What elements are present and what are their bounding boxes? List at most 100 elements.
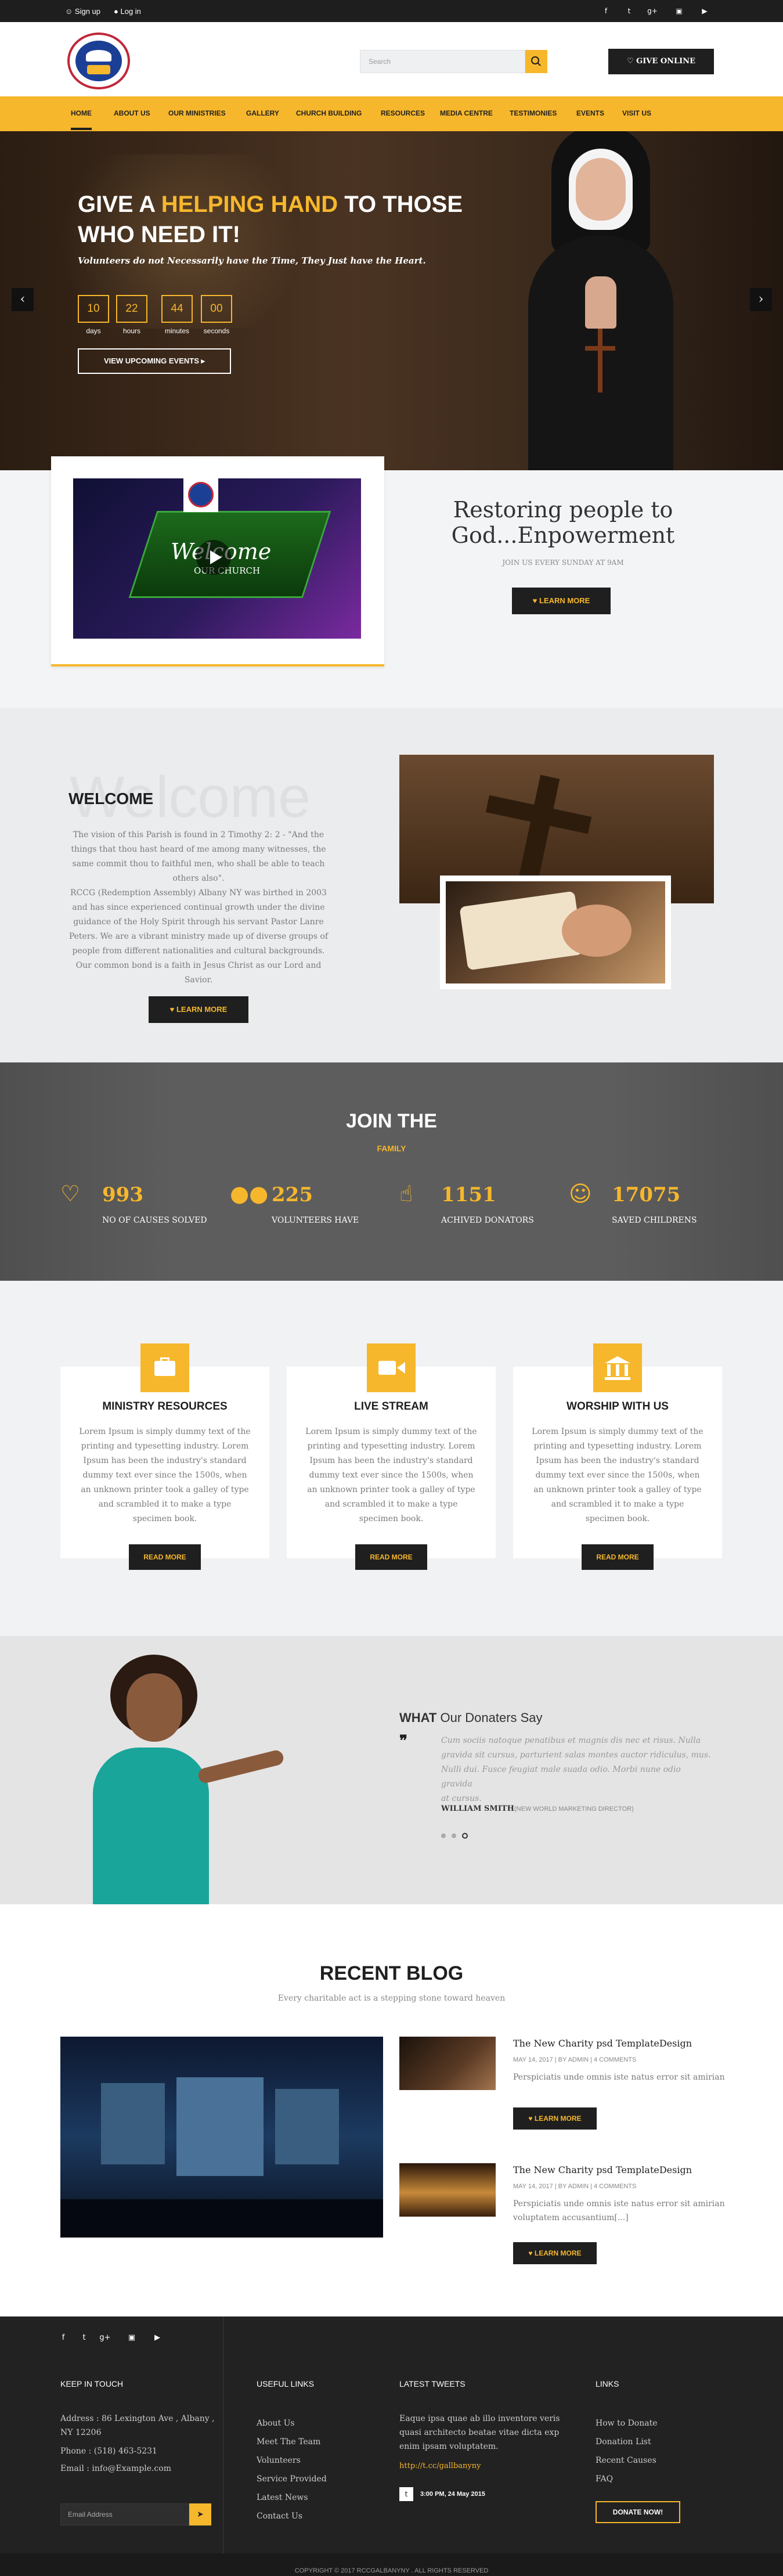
footer-link-about-us[interactable]: About Us: [257, 2419, 295, 2428]
blog-post-2-learn-more-label: LEARN MORE: [534, 2249, 582, 2257]
blog-post-2-learn-more-button[interactable]: ♥ LEARN MORE: [513, 2242, 597, 2264]
google-plus-icon[interactable]: g+: [647, 5, 658, 17]
hero-title-line1: GIVE A HELPING HAND TO THOSE: [78, 192, 463, 217]
blog-post-2-meta: MAY 14, 2017 | BY ADMIN | 4 COMMENTS: [513, 2183, 637, 2190]
footer-link-how-to-donate[interactable]: How to Donate: [596, 2419, 658, 2428]
tweet-link[interactable]: http://t.cc/gallbanyny: [399, 2462, 481, 2470]
give-online-button[interactable]: ♡ GIVE ONLINE: [608, 49, 714, 74]
search-button[interactable]: [525, 50, 547, 73]
nav-our-ministries[interactable]: OUR MINISTRIES: [168, 109, 226, 117]
nav-visit-us[interactable]: VISIT US: [622, 109, 651, 117]
twitter-icon[interactable]: t: [623, 5, 635, 17]
footer-link-meet-the-team[interactable]: Meet The Team: [257, 2437, 320, 2447]
testimonial-quote: Cum sociis natoque penatibus et magnis d…: [441, 1734, 714, 1806]
footer-phone: Phone : (518) 463-5231: [60, 2447, 157, 2456]
slider-next-arrow[interactable]: ›: [750, 288, 772, 311]
footer-link-donation-list[interactable]: Donation List: [596, 2437, 651, 2447]
testimonial-dot-1[interactable]: [441, 1833, 446, 1838]
nun-image: [511, 131, 685, 470]
blog-post-2-title[interactable]: The New Charity psd TemplateDesign: [513, 2164, 692, 2175]
lock-icon: ●: [114, 7, 118, 16]
blog-post-1-learn-more-button[interactable]: ♥ LEARN MORE: [513, 2107, 597, 2130]
blog-post-1-image[interactable]: [399, 2037, 496, 2090]
stat-volunteers-value: 225: [272, 1183, 313, 1206]
youtube-icon[interactable]: ▶: [699, 5, 710, 17]
send-icon[interactable]: ➤: [189, 2503, 211, 2525]
read-more-button-live-stream[interactable]: READ MORE: [355, 1544, 427, 1570]
blog-featured-image[interactable]: [60, 2037, 383, 2238]
donor-woman-image: [81, 1643, 285, 1904]
instagram-icon[interactable]: ▣: [673, 5, 685, 17]
testimonial-role: (NEW WORLD MARKETING DIRECTOR): [514, 1806, 634, 1813]
nav-events[interactable]: EVENTS: [576, 109, 604, 117]
blog-post-2-image[interactable]: [399, 2163, 496, 2217]
youtube-icon[interactable]: ▶: [149, 2329, 166, 2347]
bible-image-frame: [440, 876, 671, 989]
testimonial-quote-line-1: Cum sociis natoque penatibus et magnis d…: [441, 1736, 701, 1745]
twitter-icon[interactable]: t: [75, 2329, 93, 2347]
quote-icon: ❞: [399, 1732, 407, 1750]
facebook-icon[interactable]: f: [600, 5, 612, 17]
tweet-time: 3:00 PM, 24 May 2015: [420, 2491, 485, 2498]
footer-link-faq[interactable]: FAQ: [596, 2474, 613, 2484]
facebook-icon[interactable]: f: [55, 2329, 72, 2347]
nav-home[interactable]: HOME: [71, 109, 92, 117]
footer-link-contact-us[interactable]: Contact Us: [257, 2512, 302, 2521]
read-more-button-worship[interactable]: READ MORE: [582, 1544, 654, 1570]
footer-email-input[interactable]: Email Address: [60, 2503, 189, 2525]
stat-causes-value: 993: [102, 1183, 143, 1206]
testimonial-dot-3[interactable]: [462, 1833, 468, 1839]
nav-testimonies[interactable]: TESTIMONIES: [510, 109, 557, 117]
blog-post-1-excerpt: Perspiciatis unde omnis iste natus error…: [513, 2073, 725, 2082]
footer-link-volunteers[interactable]: Volunteers: [257, 2456, 301, 2465]
nav-media-centre[interactable]: MEDIA CENTRE: [440, 109, 493, 117]
footer-link-service-provided[interactable]: Service Provided: [257, 2474, 327, 2484]
nav-church-building[interactable]: CHURCH BUILDING: [296, 109, 362, 117]
footer-address-line-2: NY 12206: [60, 2428, 102, 2437]
video-camera-icon: [367, 1343, 416, 1392]
hero-subtitle: Volunteers do not Necessarily have the T…: [78, 255, 426, 266]
testimonial-dot-2[interactable]: [452, 1833, 456, 1838]
learn-more-label: LEARN MORE: [539, 596, 590, 605]
testimonial-quote-line-2: gravida sit cursus, parturient salas mon…: [441, 1750, 711, 1760]
google-plus-icon[interactable]: g+: [96, 2329, 114, 2347]
service-text-live-stream: Lorem Ipsum is simply dummy text of the …: [305, 1427, 477, 1523]
blog-subtitle: Every charitable act is a stepping stone…: [277, 1994, 506, 2003]
blog-post-2-excerpt-line-2: voluptatem accusantium[...]: [513, 2213, 629, 2222]
restoring-heading-line1: Restoring people to: [453, 497, 673, 523]
read-more-button-ministry[interactable]: READ MORE: [129, 1544, 201, 1570]
footer-link-latest-news[interactable]: Latest News: [257, 2493, 308, 2502]
church-logo[interactable]: [67, 33, 130, 89]
signup-label: Sign up: [74, 7, 100, 16]
welcome-learn-more-button[interactable]: ♥ LEARN MORE: [149, 996, 248, 1023]
video-player[interactable]: Welcome OUR CHURCH: [73, 478, 361, 639]
blog-post-1-title[interactable]: The New Charity psd TemplateDesign: [513, 2038, 692, 2049]
login-link[interactable]: ● Log in: [114, 7, 141, 16]
nav-gallery[interactable]: GALLERY: [246, 109, 279, 117]
search-input[interactable]: Search: [360, 50, 525, 73]
nav-resources[interactable]: RESOURCES: [381, 109, 425, 117]
countdown-hours: 22: [116, 295, 147, 323]
hero-title-highlight: HELPING HAND: [161, 192, 338, 217]
signup-link[interactable]: ☺ Sign up: [65, 7, 100, 16]
slider-prev-arrow[interactable]: ‹: [12, 288, 34, 311]
login-label: Log in: [120, 7, 141, 16]
tweet-text-line-3: enim ipsam voluptatem.: [399, 2442, 499, 2451]
nav-about-us[interactable]: ABOUT US: [114, 109, 150, 117]
service-title-worship: WORSHIP WITH US: [566, 1400, 669, 1413]
bank-icon: [593, 1343, 642, 1392]
heart-icon: ♡: [60, 1181, 81, 1206]
play-button[interactable]: [196, 540, 231, 575]
thumbs-up-icon: ☝: [399, 1181, 413, 1206]
footer-link-recent-causes[interactable]: Recent Causes: [596, 2456, 656, 2465]
footer-email: Email : info@Example.com: [60, 2464, 171, 2473]
footer-keep-in-touch-title: KEEP IN TOUCH: [60, 2379, 124, 2388]
active-nav-indicator: [71, 128, 92, 130]
welcome-paragraph-1: The vision of this Parish is found in 2 …: [71, 830, 326, 883]
learn-more-button[interactable]: ♥ LEARN MORE: [512, 588, 611, 614]
countdown-days: 10: [78, 295, 109, 323]
view-upcoming-events-button[interactable]: VIEW UPCOMING EVENTS ▸: [78, 348, 231, 374]
instagram-icon[interactable]: ▣: [123, 2329, 140, 2347]
blog-title: RECENT BLOG: [319, 1962, 464, 1984]
donate-now-button[interactable]: DONATE NOW!: [596, 2501, 680, 2523]
